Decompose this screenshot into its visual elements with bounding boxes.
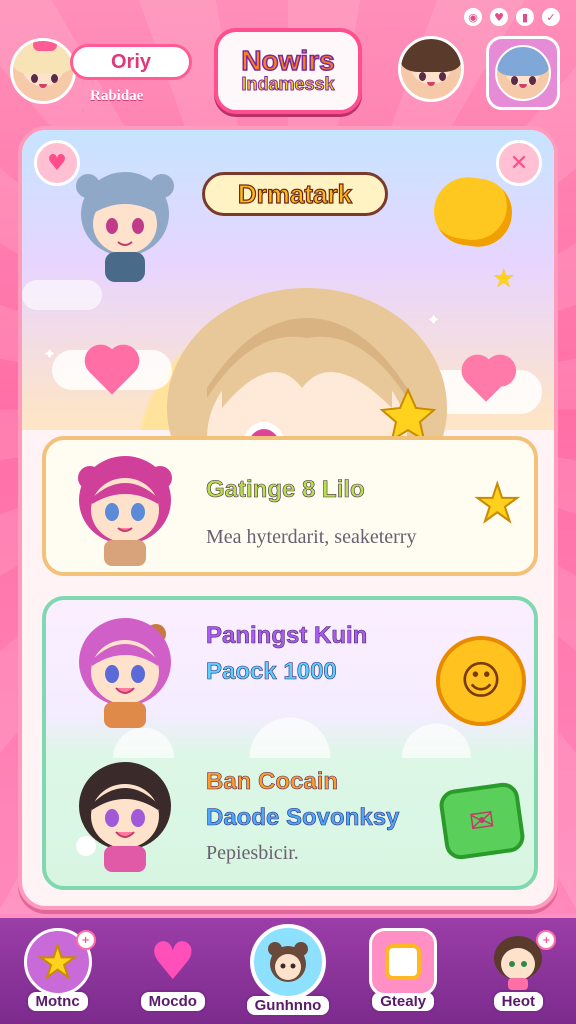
game-description: Pepiesbicir. [206, 842, 299, 864]
yellow-heart-decoration [429, 172, 517, 252]
game-title: Ban Cocain [206, 768, 339, 796]
player-avatar[interactable] [10, 38, 76, 104]
card-character-avatar [78, 456, 172, 566]
nav-item-gunhnno[interactable]: Gunhnno [240, 924, 336, 1024]
card-character-avatar [76, 762, 171, 872]
nav-badge: + [75, 930, 96, 950]
star-icon[interactable]: ★ [473, 473, 522, 535]
small-chibi-character [76, 172, 174, 282]
status-bar: ◉ ♥ ▮ ✓ [464, 8, 560, 26]
signal-icon: ◉ [464, 8, 482, 26]
game-subtitle: Paock 1000 [206, 658, 337, 686]
battery-icon: ▮ [516, 8, 534, 26]
nav-badge: + [536, 930, 557, 950]
nav-item-gtealy[interactable]: Gtealy [355, 928, 451, 1024]
hero-title: Drmatark [202, 172, 388, 216]
bear-avatar-icon [249, 924, 326, 1000]
friend-avatar-face [495, 45, 551, 101]
star-decoration: ★ [492, 264, 516, 294]
second-friend-avatar[interactable] [486, 36, 560, 110]
nav-item-motnc[interactable]: ★ + Motnc [10, 928, 106, 1024]
heart-icon: ♥ [47, 150, 67, 176]
close-icon: ✕ [509, 150, 529, 176]
green-gift-icon[interactable]: ✉ [437, 780, 527, 862]
smiley-coin-icon[interactable]: ☺ [436, 636, 526, 726]
heart-icon: ♥ [149, 932, 197, 992]
header: Oriy Rabidae Nowirs Indamessk [0, 26, 576, 122]
photo-frame-icon [369, 928, 438, 996]
heart-icon: ♥ [490, 8, 508, 26]
game-logo: Nowirs Indamessk [214, 28, 362, 114]
star-decoration: ✦ [42, 344, 58, 365]
player-subtitle: Rabidae [90, 88, 144, 104]
close-button[interactable]: ✕ [496, 140, 542, 186]
logo-line2: Indamessk [241, 74, 335, 95]
player-name[interactable]: Oriy [70, 44, 192, 80]
bottom-navigation: ★ + Motnc ♥ Mocdo Gunhnno Gtealy + Heot [0, 914, 576, 1024]
logo-line1: Nowirs [241, 45, 336, 77]
game-subtitle: Daode Sovonksy [206, 804, 400, 832]
game-row[interactable]: Paningst Kuin Paock 1000 ☺ [46, 600, 534, 740]
main-panel: ♥ ✕ Drmatark ★ ✦ ✦ Gatinge 8 Lilo Mea hy… [18, 126, 558, 910]
friend-avatar[interactable] [398, 36, 464, 102]
game-description: Mea hyterdarit, seaketerry [206, 526, 417, 548]
game-title: Gatinge 8 Lilo [206, 476, 365, 504]
nav-item-heot[interactable]: + Heot [470, 928, 566, 1024]
game-card[interactable]: Gatinge 8 Lilo Mea hyterdarit, seaketerr… [42, 436, 538, 576]
card-character-avatar [79, 618, 171, 728]
game-row[interactable]: Ban Cocain Daode Sovonksy Pepiesbicir. ✉ [46, 750, 534, 886]
check-icon: ✓ [542, 8, 560, 26]
game-title: Paningst Kuin [206, 622, 368, 650]
nav-item-mocdo[interactable]: ♥ Mocdo [125, 928, 221, 1024]
hero-banner: ♥ ✕ Drmatark ★ ✦ ✦ [22, 130, 554, 548]
bow-icon [33, 41, 57, 51]
game-card-group: Paningst Kuin Paock 1000 ☺ Ban Cocain Da… [42, 596, 538, 890]
